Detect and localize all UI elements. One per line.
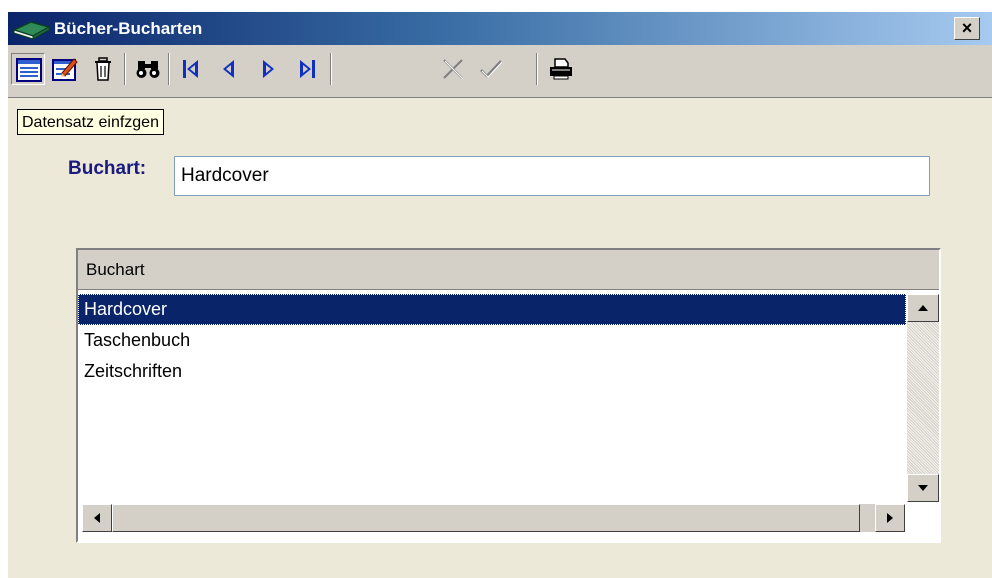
printer-icon bbox=[550, 58, 572, 80]
next-record-icon bbox=[263, 60, 274, 78]
toolbar-separator bbox=[330, 53, 332, 85]
arrow-down-icon bbox=[918, 485, 928, 491]
toolbar-separator bbox=[536, 53, 538, 85]
edit-record-icon bbox=[52, 58, 78, 81]
new-record-button[interactable] bbox=[11, 53, 45, 85]
cancel-button[interactable] bbox=[436, 53, 470, 85]
print-button[interactable] bbox=[544, 53, 578, 85]
toolbar-separator bbox=[124, 53, 126, 85]
toolbar-separator bbox=[168, 53, 170, 85]
next-record-button[interactable] bbox=[251, 53, 285, 85]
arrow-right-icon bbox=[887, 513, 893, 523]
column-header-buchart[interactable]: Buchart bbox=[78, 250, 939, 290]
scroll-right-button[interactable] bbox=[875, 504, 905, 532]
last-record-button[interactable] bbox=[290, 53, 324, 85]
arrow-left-icon bbox=[94, 513, 100, 523]
title-bar[interactable]: Bücher-Bucharten × bbox=[8, 12, 992, 45]
find-button[interactable] bbox=[131, 53, 165, 85]
previous-record-icon bbox=[223, 60, 234, 78]
new-record-icon bbox=[16, 58, 42, 82]
confirm-button[interactable] bbox=[474, 53, 508, 85]
trash-icon bbox=[95, 57, 111, 81]
close-button[interactable]: × bbox=[954, 17, 980, 40]
first-record-icon bbox=[183, 60, 198, 78]
edit-record-button[interactable] bbox=[48, 53, 82, 85]
horizontal-scrollbar[interactable] bbox=[82, 504, 905, 532]
vertical-scrollbar[interactable] bbox=[907, 294, 939, 502]
window: Bücher-Bucharten × Datensatz einfzgen Bu… bbox=[8, 12, 992, 578]
data-grid: Buchart Hardcover Taschenbuch Zeitschrif… bbox=[76, 248, 941, 543]
binoculars-icon bbox=[136, 61, 160, 78]
scroll-left-button[interactable] bbox=[82, 504, 112, 532]
first-record-button[interactable] bbox=[174, 53, 208, 85]
grid-rows: Hardcover Taschenbuch Zeitschriften bbox=[78, 294, 906, 387]
checkmark-icon bbox=[480, 60, 503, 78]
delete-button[interactable] bbox=[86, 53, 120, 85]
scroll-thumb[interactable] bbox=[112, 504, 860, 532]
toolbar bbox=[8, 45, 992, 98]
scroll-up-button[interactable] bbox=[907, 294, 939, 322]
table-row[interactable]: Taschenbuch bbox=[78, 325, 906, 356]
tooltip: Datensatz einfzgen bbox=[17, 109, 164, 135]
table-row[interactable]: Hardcover bbox=[78, 294, 906, 325]
table-row[interactable]: Zeitschriften bbox=[78, 356, 906, 387]
window-title: Bücher-Bucharten bbox=[54, 19, 203, 38]
cancel-icon bbox=[443, 59, 464, 80]
scroll-down-button[interactable] bbox=[907, 474, 939, 502]
buchart-input[interactable] bbox=[174, 156, 930, 196]
arrow-up-icon bbox=[918, 305, 928, 311]
last-record-icon bbox=[300, 60, 315, 78]
book-icon bbox=[11, 21, 51, 40]
previous-record-button[interactable] bbox=[212, 53, 246, 85]
buchart-label: Buchart: bbox=[68, 158, 147, 179]
